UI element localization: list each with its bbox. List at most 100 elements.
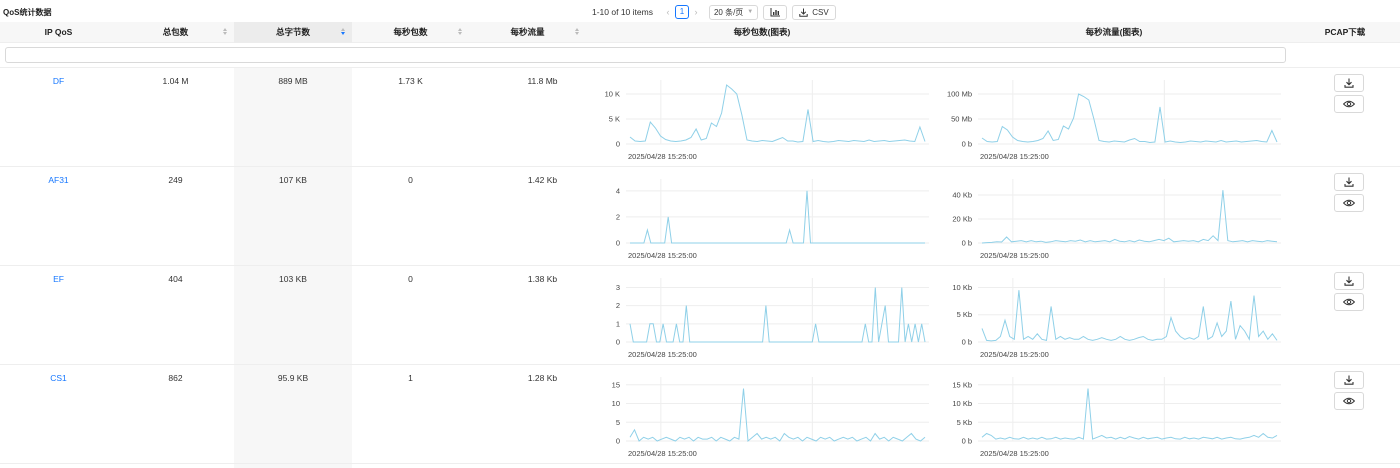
column-header-pcap: PCAP下载 <box>1290 22 1400 43</box>
pcap-download-button[interactable] <box>1334 371 1364 389</box>
column-label: IP QoS <box>44 27 73 37</box>
y-tick-label: 0 b <box>962 437 972 446</box>
total-bytes-cell: 107 KB <box>279 175 307 185</box>
ip-qos-link[interactable]: DF <box>0 76 117 86</box>
series-line <box>981 190 1278 244</box>
pagination-info: 1-10 of 10 items <box>592 7 653 17</box>
series-line <box>629 388 926 442</box>
table-row: AF31 249 107 KB 0 1.42 Kb 4 2 0 2025/04/28 15:25… <box>0 167 1400 266</box>
table-row: DF 1.04 M 889 MB 1.73 K 11.8 Mb 10 K5 K 0 2025/… <box>0 68 1400 167</box>
sort-icon[interactable] <box>223 28 228 37</box>
eye-icon <box>1343 100 1355 108</box>
download-icon <box>1344 375 1354 385</box>
total-bytes-cell: 95.9 KB <box>277 373 309 383</box>
pps-cell: 1 <box>408 373 413 383</box>
ip-qos-link[interactable]: AF31 <box>0 175 117 185</box>
pagination: 1-10 of 10 items ‹ 1 › 20 条/页 ▼ CSV <box>592 4 836 20</box>
eye-icon <box>1343 199 1355 207</box>
pcap-view-button[interactable] <box>1334 95 1364 113</box>
y-tick-label: 0 <box>616 140 620 149</box>
y-tick-label: 10 <box>612 399 620 408</box>
download-icon <box>799 8 808 17</box>
x-tick-label: 2025/04/28 15:25:00 <box>980 251 1049 260</box>
filter-row <box>0 43 1400 68</box>
column-header-total-bytes[interactable]: 总字节数 <box>234 22 352 43</box>
series-line <box>981 290 1278 342</box>
download-icon <box>1344 78 1354 88</box>
pcap-view-button[interactable] <box>1334 293 1364 311</box>
filter-input[interactable] <box>5 47 1286 63</box>
x-tick-label: 2025/04/28 15:25:00 <box>980 152 1049 161</box>
ip-qos-link[interactable]: EF <box>0 274 117 284</box>
column-header-total-packets[interactable]: 总包数 <box>117 22 234 43</box>
column-header-bps[interactable]: 每秒流量 <box>469 22 586 43</box>
prev-page-button[interactable]: ‹ <box>661 7 675 17</box>
y-tick-label: 2 <box>616 212 620 221</box>
eye-icon <box>1343 298 1355 306</box>
y-tick-label: 50 Mb <box>951 115 972 124</box>
series-line <box>981 388 1278 440</box>
column-label: 每秒包数(图表) <box>733 27 791 37</box>
x-tick-label: 2025/04/28 15:25:00 <box>980 350 1049 359</box>
y-tick-label: 0 b <box>962 239 972 248</box>
y-tick-label: 15 Kb <box>952 380 972 389</box>
pcap-download-button[interactable] <box>1334 173 1364 191</box>
pps-cell: 0 <box>408 175 413 185</box>
x-tick-label: 2025/04/28 15:25:00 <box>628 449 697 458</box>
y-tick-label: 0 <box>616 338 620 347</box>
x-tick-label: 2025/04/28 15:25:00 <box>628 251 697 260</box>
bar-chart-icon <box>770 7 781 16</box>
pcap-view-button[interactable] <box>1334 194 1364 212</box>
pcap-view-button[interactable] <box>1334 392 1364 410</box>
column-label: 每秒流量 <box>510 27 545 37</box>
total-packets-cell: 1.04 M <box>162 76 189 86</box>
bps-line-chart: 100 Mb 50 Mb 0 b 2025/04/28 15:25:00 <box>947 80 1281 161</box>
y-tick-label: 5 Kb <box>957 310 972 319</box>
next-page-button[interactable]: › <box>689 7 703 17</box>
total-packets-cell: 862 <box>168 373 183 383</box>
x-tick-label: 2025/04/28 15:25:00 <box>628 350 697 359</box>
series-line <box>629 287 926 343</box>
chart-toggle-button[interactable] <box>763 4 788 20</box>
total-packets-cell: 249 <box>168 175 183 185</box>
page-size-select[interactable]: 20 条/页 ▼ <box>708 4 759 20</box>
sort-icon[interactable] <box>458 28 463 37</box>
eye-icon <box>1343 397 1355 405</box>
page-1-button[interactable]: 1 <box>674 5 689 19</box>
pps-cell: 1.73 K <box>398 76 423 86</box>
pps-line-chart: 15 10 5 0 2025/04/28 15:25:00 <box>612 377 929 458</box>
column-header-bps-chart: 每秒流量(图表) <box>938 22 1290 43</box>
column-label: 每秒流量(图表) <box>1085 27 1143 37</box>
toolbar: QoS统计数据 1-10 of 10 items ‹ 1 › 20 条/页 ▼ … <box>0 0 1400 22</box>
column-label: 总包数 <box>162 27 189 37</box>
panel-title: QoS统计数据 <box>3 8 52 17</box>
bps-line-chart: 10 Kb 5 Kb 0 b 2025/04/28 15:25:00 <box>952 278 1281 359</box>
y-tick-label: 10 Kb <box>952 283 972 292</box>
sort-descending-icon[interactable] <box>341 28 346 37</box>
sort-icon[interactable] <box>575 28 580 37</box>
y-tick-label: 5 K <box>609 115 620 124</box>
download-icon <box>1344 177 1354 187</box>
csv-label: CSV <box>812 7 829 17</box>
x-tick-label: 2025/04/28 15:25:00 <box>628 152 697 161</box>
table-row: EF 404 103 KB 0 1.38 Kb 3 2 1 0 2025/04/28 15:25:… <box>0 266 1400 365</box>
y-tick-label: 10 Kb <box>952 399 972 408</box>
column-label: 总字节数 <box>275 27 310 37</box>
pps-cell: 0 <box>408 274 413 284</box>
csv-export-button[interactable]: CSV <box>792 4 836 20</box>
y-tick-label: 5 Kb <box>957 418 972 427</box>
column-label: 每秒包数 <box>393 27 428 37</box>
ip-qos-link[interactable]: CS1 <box>0 373 117 383</box>
y-tick-label: 0 <box>616 437 620 446</box>
column-header-pps[interactable]: 每秒包数 <box>352 22 469 43</box>
table-row: CS1 862 95.9 KB 1 1.28 Kb 15 10 5 0 2025/04/28 15… <box>0 365 1400 464</box>
total-bytes-cell: 889 MB <box>278 76 308 86</box>
column-header-ip-qos[interactable]: IP QoS <box>0 22 117 43</box>
total-packets-cell: 404 <box>168 274 183 284</box>
pcap-download-button[interactable] <box>1334 74 1364 92</box>
total-bytes-cell: 103 KB <box>279 274 307 284</box>
series-line <box>981 93 1278 144</box>
y-tick-label: 100 Mb <box>947 90 972 99</box>
y-tick-label: 10 K <box>605 90 620 99</box>
pcap-download-button[interactable] <box>1334 272 1364 290</box>
